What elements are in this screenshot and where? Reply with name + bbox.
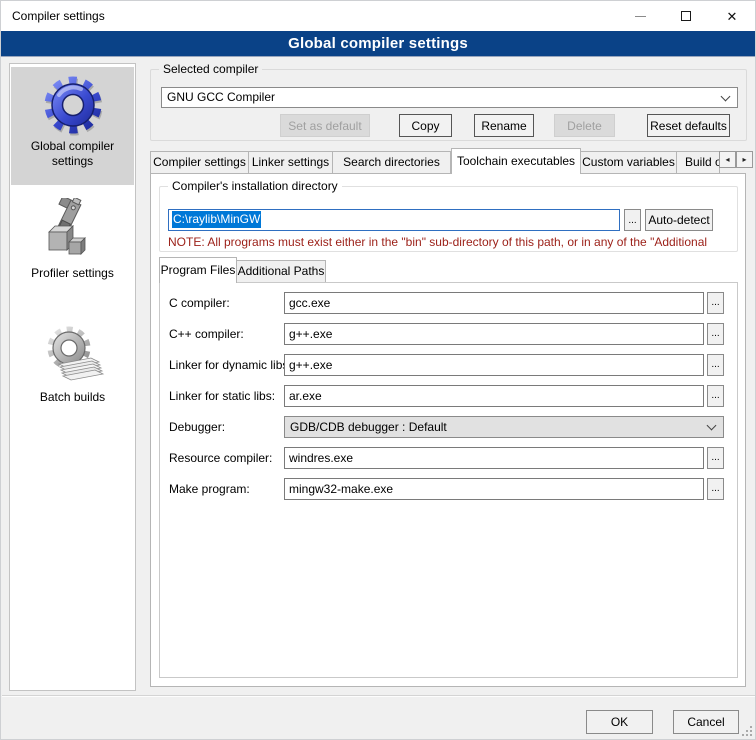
static-linker-input[interactable] <box>284 385 704 407</box>
field-row-dynamic-linker: Linker for dynamic libs: ... <box>160 354 737 376</box>
field-label: Make program: <box>169 482 250 496</box>
compiler-settings-dialog: Compiler settings ✕ Global compiler sett… <box>0 0 756 740</box>
reset-defaults-button[interactable]: Reset defaults <box>647 114 730 137</box>
cpp-compiler-input[interactable] <box>284 323 704 345</box>
debugger-select[interactable]: GDB/CDB debugger : Default <box>284 416 724 438</box>
minimize-icon <box>635 16 646 17</box>
field-row-debugger: Debugger: GDB/CDB debugger : Default <box>160 416 737 438</box>
note-text: NOTE: All programs must exist either in … <box>168 235 734 249</box>
field-label: C compiler: <box>169 296 230 310</box>
field-label: Debugger: <box>169 420 225 434</box>
maximize-button[interactable] <box>665 1 707 31</box>
browse-dynamic-linker-button[interactable]: ... <box>707 354 724 376</box>
banner-title: Global compiler settings <box>288 35 468 52</box>
auto-detect-button[interactable]: Auto-detect <box>645 209 713 231</box>
close-button[interactable]: ✕ <box>711 1 753 31</box>
field-label: Resource compiler: <box>169 451 272 465</box>
tab-scroll-right-button[interactable]: ▸ <box>736 151 753 168</box>
blue-gear-icon <box>41 73 105 137</box>
field-label: Linker for static libs: <box>169 389 275 403</box>
set-as-default-button[interactable]: Set as default <box>280 114 370 137</box>
field-label: C++ compiler: <box>169 327 244 341</box>
resize-grip[interactable] <box>742 726 752 736</box>
tab-search-directories[interactable]: Search directories <box>333 151 451 173</box>
tab-compiler-settings[interactable]: Compiler settings <box>150 151 249 173</box>
browse-make-program-button[interactable]: ... <box>707 478 724 500</box>
delete-button[interactable]: Delete <box>554 114 615 137</box>
chevron-down-icon <box>707 421 717 431</box>
browse-directory-button[interactable]: ... <box>624 209 641 231</box>
tab-linker-settings[interactable]: Linker settings <box>249 151 333 173</box>
sidebar-item-label: Global compiler settings <box>25 139 121 169</box>
resource-compiler-input[interactable] <box>284 447 704 469</box>
caliper-icon <box>41 198 105 262</box>
field-row-resource-compiler: Resource compiler: ... <box>160 447 737 469</box>
debugger-select-value: GDB/CDB debugger : Default <box>290 420 447 434</box>
sidebar-item-label: Profiler settings <box>11 266 134 281</box>
c-compiler-input[interactable] <box>284 292 704 314</box>
sidebar-item-global-compiler-settings[interactable]: Global compiler settings <box>11 67 134 185</box>
compiler-select-value: GNU GCC Compiler <box>167 90 275 104</box>
field-row-cpp-compiler: C++ compiler: ... <box>160 323 737 345</box>
cancel-button[interactable]: Cancel <box>673 710 739 734</box>
dynamic-linker-input[interactable] <box>284 354 704 376</box>
field-row-static-linker: Linker for static libs: ... <box>160 385 737 407</box>
tab-toolchain-executables[interactable]: Toolchain executables <box>451 148 581 174</box>
minimize-button[interactable] <box>619 1 661 31</box>
installation-directory-input[interactable]: C:\raylib\MinGW <box>168 209 620 231</box>
tab-build-options[interactable]: Build options <box>677 151 720 173</box>
gray-gear-stack-icon <box>41 322 105 386</box>
installation-directory-value: C:\raylib\MinGW <box>172 211 261 228</box>
make-program-input[interactable] <box>284 478 704 500</box>
sidebar-item-label: Batch builds <box>11 390 134 405</box>
rename-button[interactable]: Rename <box>474 114 534 137</box>
browse-static-linker-button[interactable]: ... <box>707 385 724 407</box>
installation-directory-group-label: Compiler's installation directory <box>168 179 342 193</box>
installation-directory-group: Compiler's installation directory C:\ray… <box>159 186 738 252</box>
close-icon: ✕ <box>727 10 738 23</box>
compiler-select[interactable]: GNU GCC Compiler <box>161 87 738 108</box>
subtab-additional-paths[interactable]: Additional Paths <box>237 260 326 282</box>
titlebar[interactable]: Compiler settings ✕ <box>1 1 755 31</box>
selected-compiler-group-label: Selected compiler <box>159 62 262 76</box>
program-files-tabstrip: Program Files Additional Paths <box>159 258 326 282</box>
arrow-right-icon: ▸ <box>742 155 746 164</box>
program-files-panel: C compiler: ... C++ compiler: ... Linker… <box>159 282 738 678</box>
ok-button[interactable]: OK <box>586 710 653 734</box>
dialog-banner: Global compiler settings <box>1 31 755 57</box>
sidebar-item-profiler-settings[interactable]: Profiler settings <box>11 192 134 292</box>
field-row-c-compiler: C compiler: ... <box>160 292 737 314</box>
field-row-make-program: Make program: ... <box>160 478 737 500</box>
toolchain-executables-page: Compiler's installation directory C:\ray… <box>150 173 746 687</box>
chevron-down-icon <box>721 92 731 102</box>
field-label: Linker for dynamic libs: <box>169 358 292 372</box>
browse-resource-compiler-button[interactable]: ... <box>707 447 724 469</box>
browse-cpp-compiler-button[interactable]: ... <box>707 323 724 345</box>
arrow-left-icon: ◂ <box>725 155 729 164</box>
sidebar-item-batch-builds[interactable]: Batch builds <box>11 316 134 418</box>
main-tabstrip: Compiler settings Linker settings Search… <box>150 148 720 173</box>
copy-button[interactable]: Copy <box>399 114 452 137</box>
selected-compiler-group: Selected compiler GNU GCC Compiler Set a… <box>150 69 747 141</box>
tab-scroll-left-button[interactable]: ◂ <box>719 151 736 168</box>
window-title: Compiler settings <box>12 9 105 23</box>
maximize-icon <box>681 11 691 21</box>
tab-custom-variables[interactable]: Custom variables <box>581 151 677 173</box>
subtab-program-files[interactable]: Program Files <box>159 257 237 283</box>
footer-divider <box>2 695 756 697</box>
browse-c-compiler-button[interactable]: ... <box>707 292 724 314</box>
settings-category-list: Global compiler settings Profiler settin… <box>9 63 136 691</box>
